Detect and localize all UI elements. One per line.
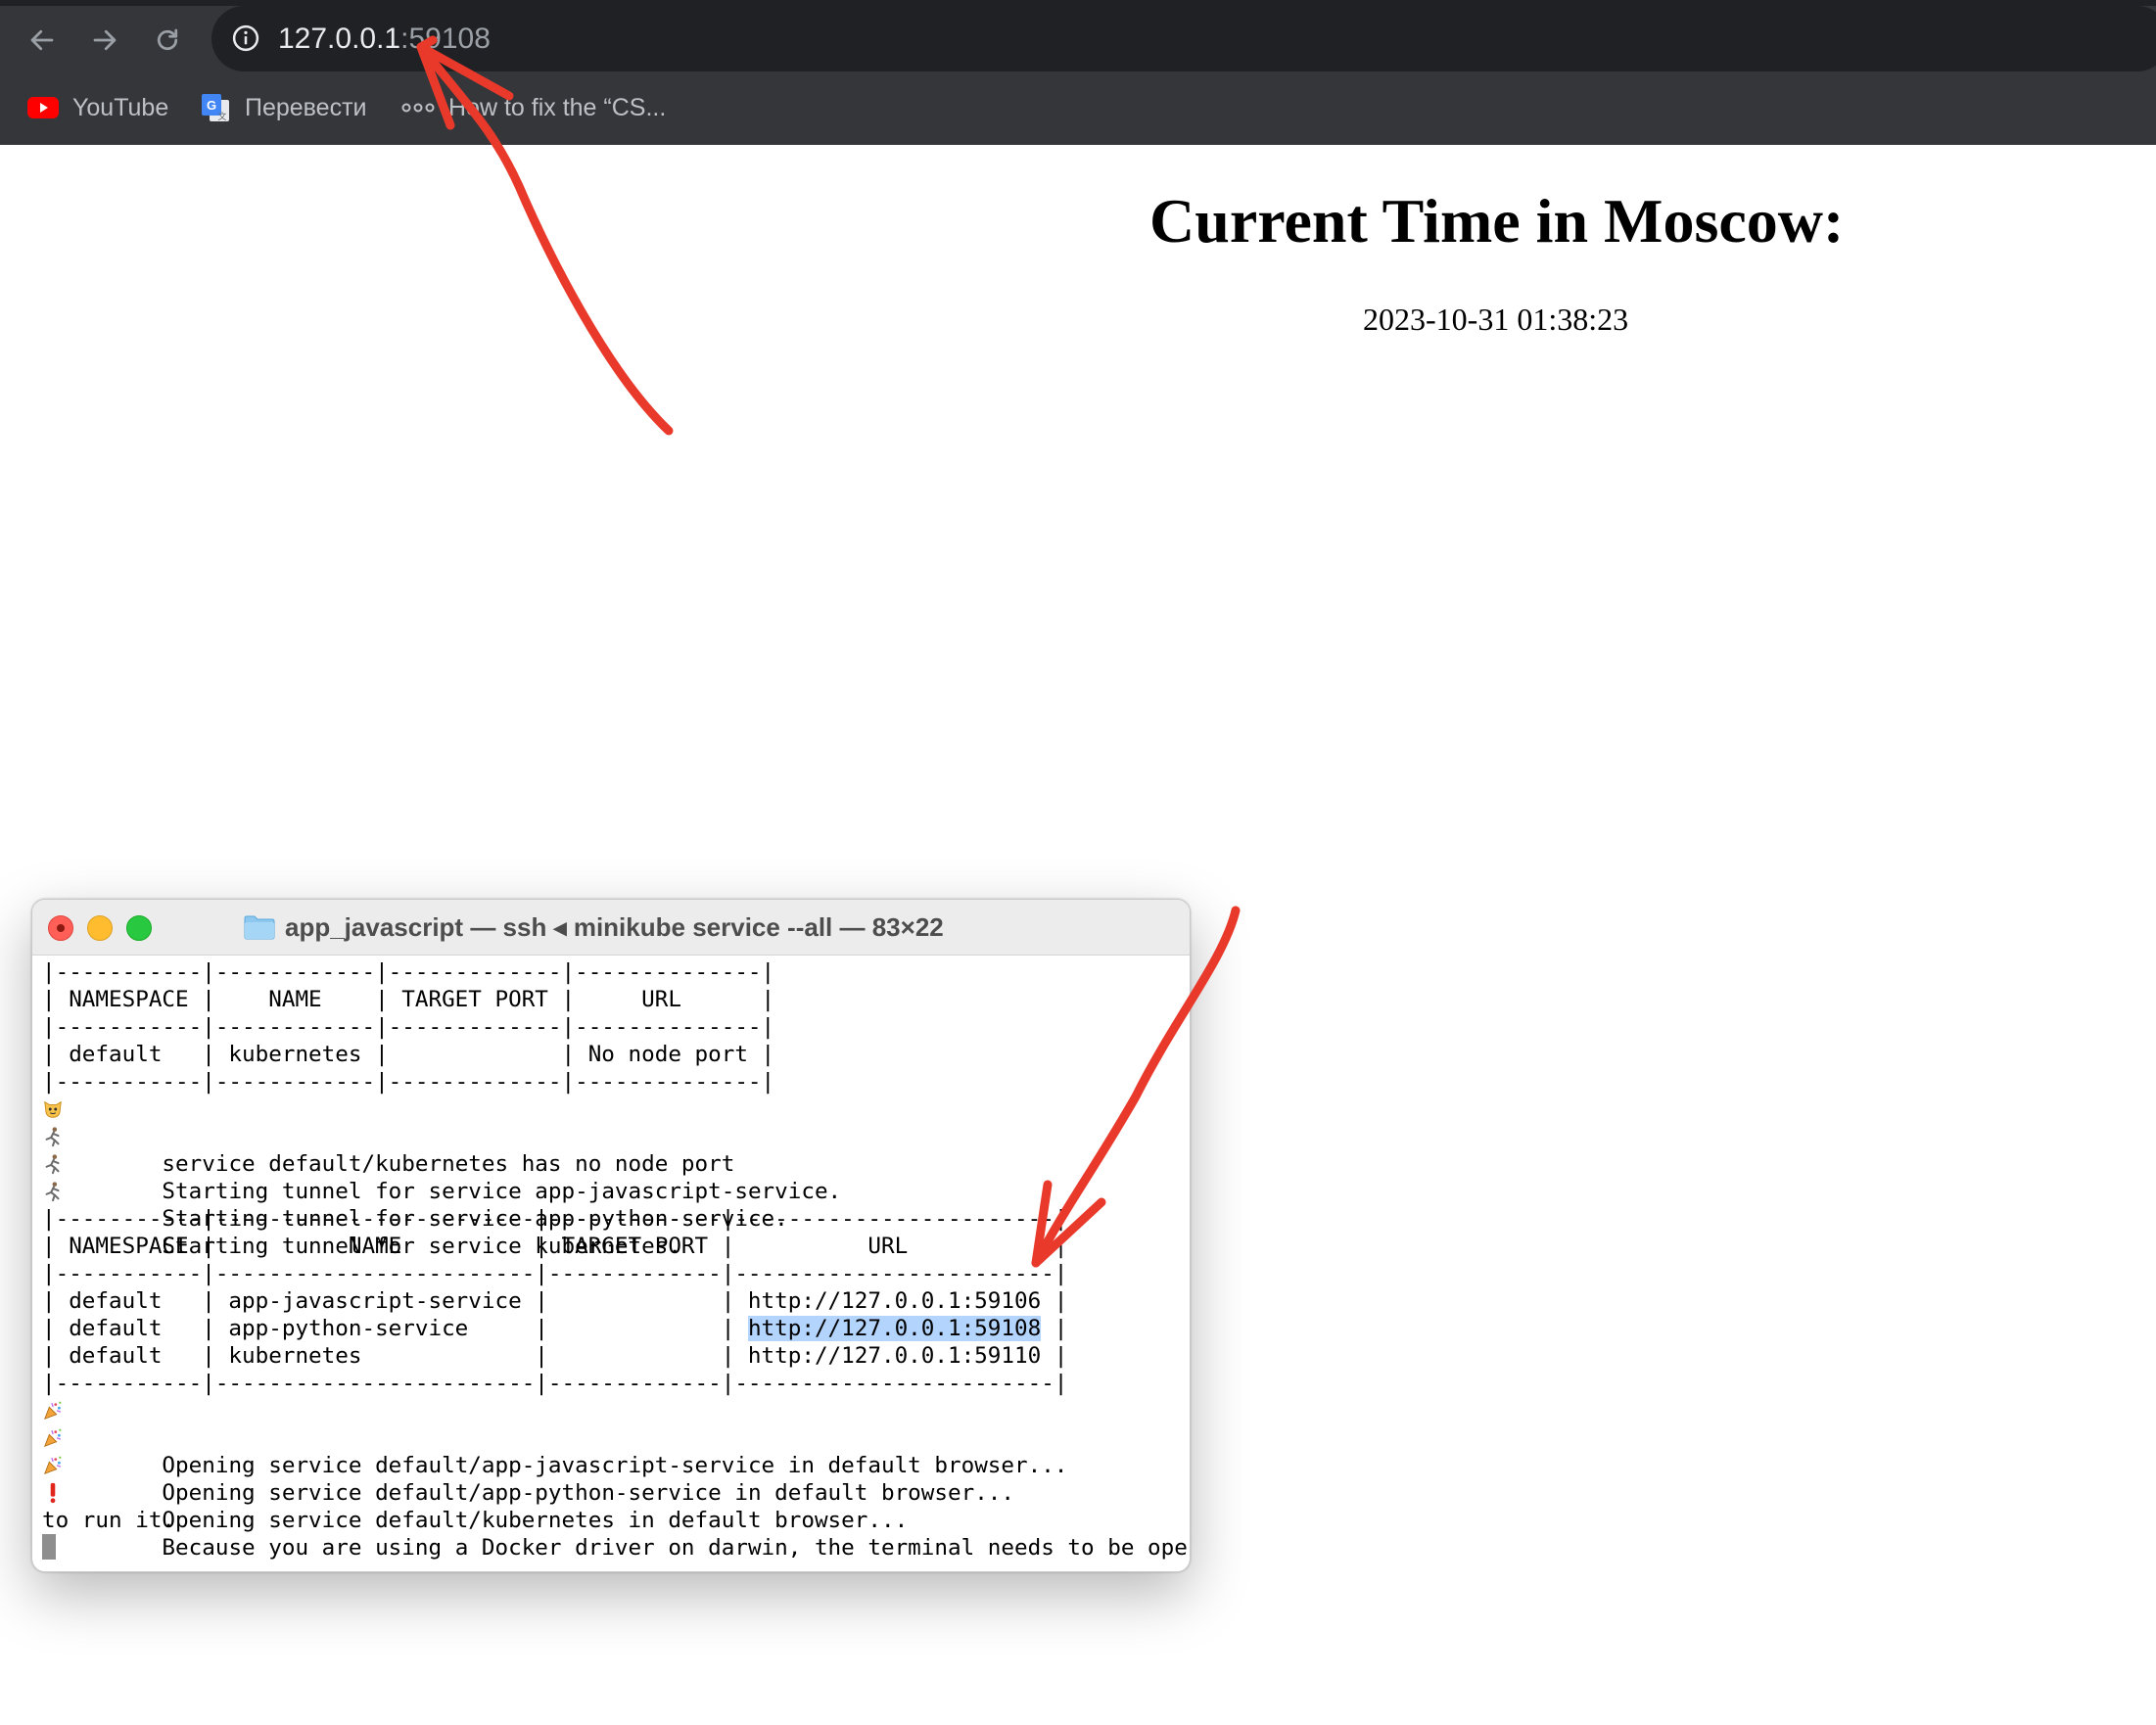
browser-toolbar: 127.0.0.1:59108 YouTube G文 Перевести How… bbox=[0, 0, 2156, 145]
terminal-line: | default | app-javascript-service | | h… bbox=[42, 1288, 1068, 1314]
terminal-line: |-----------|------------|-------------|… bbox=[42, 959, 775, 985]
terminal-line: | NAMESPACE | NAME | TARGET PORT | URL | bbox=[42, 987, 775, 1012]
back-button[interactable] bbox=[20, 18, 65, 63]
terminal-title: app_javascript — ssh ◂ minikube service … bbox=[244, 911, 944, 943]
terminal-line: |-----------|------------------------|--… bbox=[42, 1371, 1068, 1396]
bookmark-translate[interactable]: G文 Перевести bbox=[200, 86, 367, 129]
terminal-titlebar[interactable]: app_javascript — ssh ◂ minikube service … bbox=[32, 900, 1190, 956]
selected-url[interactable]: http://127.0.0.1:59108 bbox=[747, 1316, 1042, 1341]
terminal-line-text: | bbox=[1041, 1316, 1068, 1341]
running-person-icon bbox=[45, 1154, 60, 1175]
terminal-line: | default | kubernetes | | http://127.0.… bbox=[42, 1343, 1068, 1369]
svg-text:G: G bbox=[207, 98, 216, 113]
forward-button[interactable] bbox=[82, 18, 127, 63]
terminal-line-with-emoji: Opening service default/app-python-servi… bbox=[42, 1424, 1183, 1506]
terminal-line: |-----------|------------|-------------|… bbox=[42, 1069, 775, 1095]
ellipsis-icon bbox=[401, 103, 435, 113]
terminal-line: |-----------|------------------------|--… bbox=[42, 1206, 1068, 1232]
forward-arrow-icon bbox=[93, 29, 117, 51]
terminal-line-text: | default | app-python-service | | bbox=[42, 1316, 748, 1341]
terminal-output[interactable]: |-----------|------------|-------------|… bbox=[42, 958, 1190, 1561]
back-arrow-icon bbox=[30, 29, 54, 51]
terminal-line: to run it. bbox=[42, 1508, 176, 1533]
google-translate-icon: G文 bbox=[202, 94, 229, 121]
close-window-button[interactable] bbox=[48, 915, 73, 941]
terminal-line-text: Because you are using a Docker driver on… bbox=[121, 1535, 1191, 1561]
bookmark-label: Перевести bbox=[245, 93, 367, 121]
terminal-line-with-emoji: Starting tunnel for service app-python-s… bbox=[42, 1150, 1183, 1232]
party-popper-icon bbox=[43, 1428, 62, 1448]
terminal-line: |-----------|------------------------|--… bbox=[42, 1261, 1068, 1286]
reload-icon bbox=[157, 28, 178, 51]
zoom-window-button[interactable] bbox=[126, 915, 152, 941]
url-port: :59108 bbox=[400, 23, 491, 55]
bookmark-label: YouTube bbox=[72, 93, 169, 121]
terminal-line-with-emoji: Starting tunnel for service kubernetes. bbox=[42, 1178, 1183, 1259]
svg-text:文: 文 bbox=[217, 111, 226, 121]
bookmark-label: How to fix the “CS... bbox=[448, 93, 667, 121]
folder-icon bbox=[244, 915, 275, 940]
minimize-window-button[interactable] bbox=[87, 915, 113, 941]
terminal-line-with-selection: | default | app-python-service | | http:… bbox=[42, 1315, 1183, 1342]
terminal-title-text: app_javascript — ssh ◂ minikube service … bbox=[285, 911, 944, 942]
terminal-line-with-emoji: Opening service default/app-javascript-s… bbox=[42, 1397, 1183, 1478]
terminal-line-with-emoji: service default/kubernetes has no node p… bbox=[42, 1096, 1183, 1177]
terminal-cursor bbox=[42, 1534, 56, 1560]
terminal-window[interactable]: app_javascript — ssh ◂ minikube service … bbox=[31, 899, 1191, 1572]
running-person-icon bbox=[45, 1182, 60, 1202]
cat-face-icon bbox=[44, 1100, 62, 1118]
exclamation-icon bbox=[50, 1482, 56, 1504]
terminal-line: |-----------|------------|-------------|… bbox=[42, 1014, 775, 1040]
close-icon bbox=[57, 924, 65, 932]
terminal-line: | default | kubernetes | | No node port … bbox=[42, 1042, 775, 1067]
page-heading: Current Time in Moscow: bbox=[1149, 186, 1845, 256]
address-bar[interactable]: 127.0.0.1:59108 bbox=[211, 6, 2156, 71]
url-text[interactable]: 127.0.0.1:59108 bbox=[278, 22, 491, 57]
terminal-line-with-emoji: Starting tunnel for service app-javascri… bbox=[42, 1123, 1183, 1204]
bookmark-how-to-fix[interactable]: How to fix the “CS... bbox=[401, 86, 666, 129]
party-popper-icon bbox=[43, 1456, 62, 1475]
youtube-icon bbox=[27, 97, 59, 118]
url-host: 127.0.0.1 bbox=[278, 23, 401, 55]
terminal-line-with-emoji: Opening service default/kubernetes in de… bbox=[42, 1452, 1183, 1533]
reload-button[interactable] bbox=[145, 18, 190, 63]
terminal-line: | NAMESPACE | NAME | TARGET PORT | URL | bbox=[42, 1234, 1068, 1259]
bookmark-youtube[interactable]: YouTube bbox=[27, 86, 168, 129]
running-person-icon bbox=[45, 1127, 60, 1147]
info-icon[interactable] bbox=[231, 23, 260, 53]
bookmarks-bar: YouTube G文 Перевести How to fix the “CS.… bbox=[0, 86, 2156, 129]
party-popper-icon bbox=[43, 1401, 62, 1421]
terminal-line-with-emoji: Because you are using a Docker driver on… bbox=[42, 1479, 1190, 1561]
moscow-time: 2023-10-31 01:38:23 bbox=[1363, 302, 1629, 337]
